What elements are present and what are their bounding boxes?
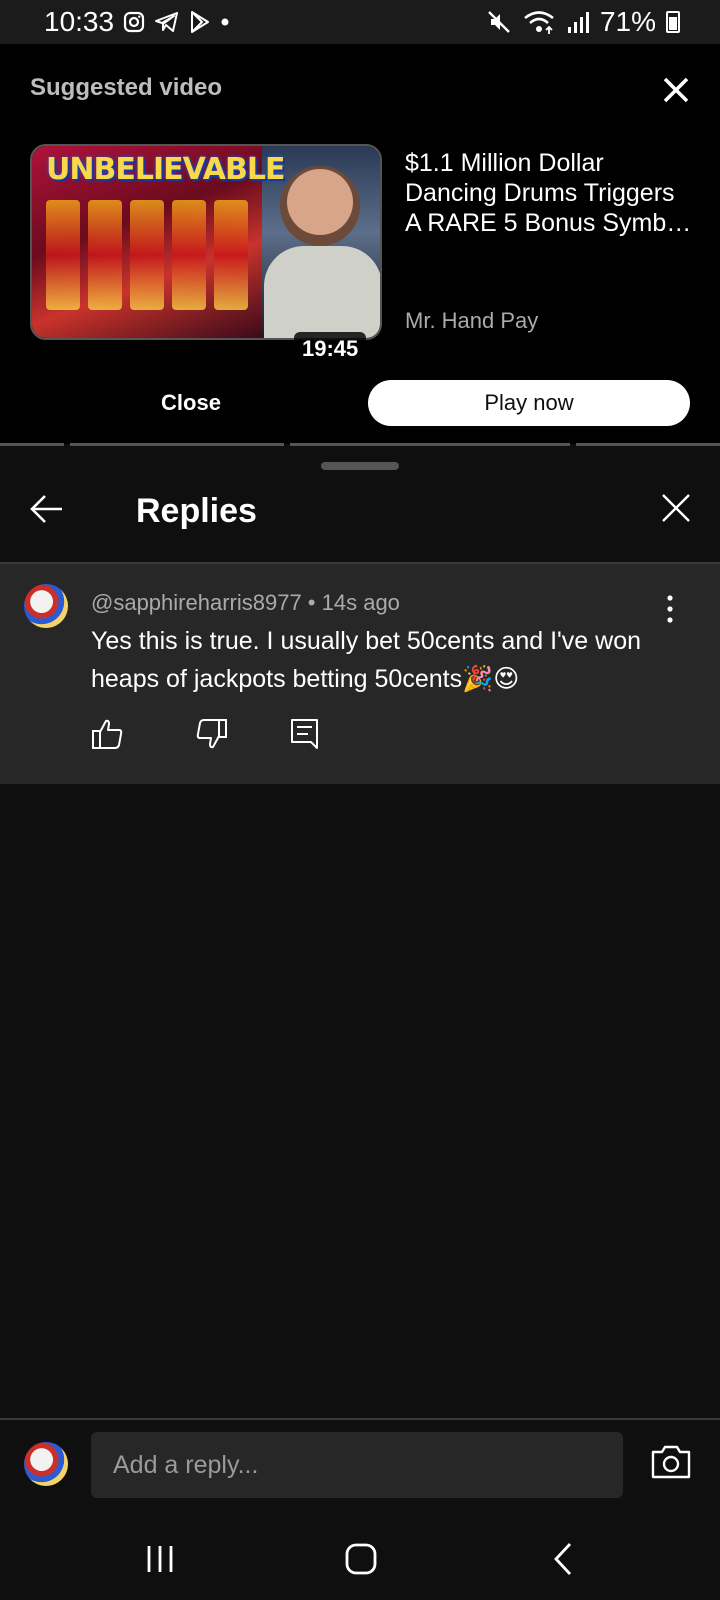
play-now-button[interactable]: Play now (368, 380, 690, 426)
instagram-icon (123, 11, 145, 33)
video-duration: 19:45 (294, 332, 367, 366)
reply-input[interactable] (91, 1432, 623, 1498)
video-thumbnail[interactable]: UNBELIEVABLE (30, 144, 382, 340)
meta-separator: • (301, 590, 322, 615)
chapter-progress-bar (0, 443, 720, 447)
thumbs-down-icon[interactable] (193, 716, 229, 752)
close-button[interactable]: Close (30, 380, 352, 426)
channel-name[interactable]: Mr. Hand Pay (405, 308, 538, 334)
status-bar: 10:33 71% (0, 0, 720, 44)
notification-icons (122, 10, 230, 34)
wifi-icon (524, 11, 554, 34)
home-icon[interactable] (337, 1536, 385, 1582)
reply-bar (0, 1418, 720, 1518)
comment-meta: @sapphireharris8977 • 14s ago (91, 590, 400, 616)
recent-apps-icon[interactable] (136, 1536, 184, 1582)
suggested-heading: Suggested video (30, 74, 223, 101)
comment-actions (0, 716, 720, 760)
battery-icon (666, 11, 680, 33)
system-navigation-bar (0, 1518, 720, 1600)
close-icon[interactable] (656, 70, 696, 110)
comment-author[interactable]: @sapphireharris8977 (91, 590, 302, 615)
replies-sheet: Replies @sapphireharris8977 • 14s ago Ye… (0, 448, 720, 1418)
reply-icon[interactable] (287, 716, 323, 752)
camera-icon[interactable] (650, 1442, 692, 1482)
comment-text: Yes this is true. I usually bet 50cents … (91, 627, 641, 693)
signal-icon (567, 12, 589, 33)
close-replies-icon[interactable] (656, 488, 696, 528)
back-arrow-icon[interactable] (26, 488, 68, 530)
user-avatar (24, 1442, 68, 1486)
avatar[interactable] (24, 584, 68, 628)
drag-handle[interactable] (321, 462, 399, 470)
back-icon[interactable] (540, 1536, 588, 1582)
battery-percent: 71% (599, 6, 656, 37)
telegram-icon (155, 12, 178, 32)
play-store-icon (191, 11, 209, 33)
thumbnail-text: UNBELIEVABLE (46, 152, 285, 187)
comment-time: 14s ago (321, 590, 400, 615)
dot-icon (221, 18, 229, 26)
video-title[interactable]: $1.1 Million Dollar Dancing Drums Trigge… (405, 148, 695, 238)
status-right: 71% (486, 6, 680, 38)
status-time: 10:33 (44, 6, 115, 37)
replies-title: Replies (136, 492, 257, 530)
thumbs-up-icon[interactable] (90, 716, 126, 752)
more-options-icon[interactable] (660, 592, 680, 626)
mute-icon (488, 11, 510, 33)
comment-item: @sapphireharris8977 • 14s ago Yes this i… (0, 564, 720, 784)
suggested-video-panel: Suggested video UNBELIEVABLE 19:45 $1.1 … (0, 44, 720, 444)
